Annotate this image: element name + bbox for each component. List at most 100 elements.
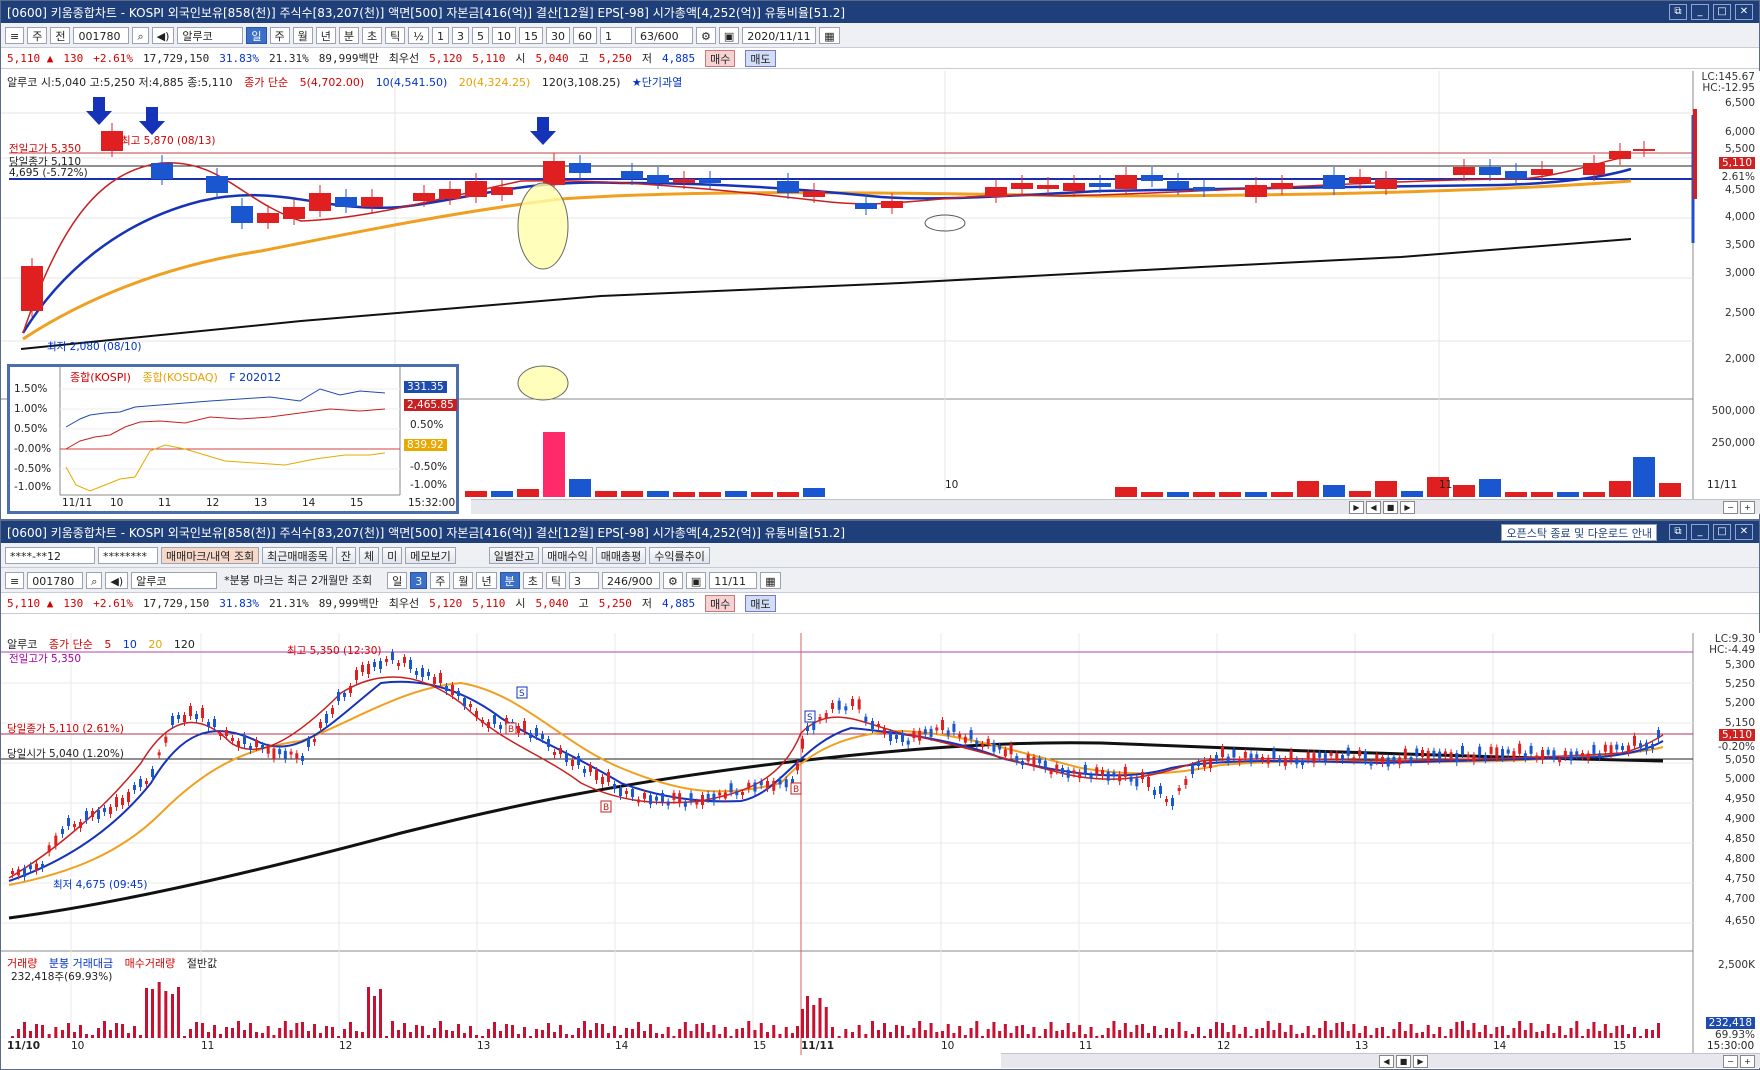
minute-60[interactable]: 60 bbox=[572, 26, 597, 44]
zoom-out-icon[interactable]: − bbox=[1723, 1054, 1738, 1068]
filled-button[interactable]: 체 bbox=[359, 546, 380, 564]
zoom-in-icon[interactable]: + bbox=[1740, 1054, 1755, 1068]
minute-10[interactable]: 10 bbox=[491, 26, 516, 44]
count-select[interactable]: 1 bbox=[599, 26, 632, 44]
calendar-icon[interactable]: ▦ bbox=[760, 571, 781, 589]
period-year[interactable]: 년 bbox=[476, 571, 497, 589]
prev-select[interactable]: 전 bbox=[50, 26, 71, 44]
zoom-out-icon[interactable]: − bbox=[1723, 500, 1738, 514]
stop-icon[interactable]: ■ bbox=[1396, 1054, 1411, 1068]
minimize-icon[interactable]: _ bbox=[1691, 4, 1709, 20]
minute-15[interactable]: 15 bbox=[518, 26, 543, 44]
trade-summary-button[interactable]: 매매총평 bbox=[595, 546, 647, 564]
stock-name[interactable]: 알루코 bbox=[177, 26, 244, 44]
sound-icon[interactable]: ◀) bbox=[151, 26, 175, 44]
code-input[interactable]: 001780 bbox=[73, 26, 130, 44]
volume-bar bbox=[1159, 1035, 1162, 1038]
account-select[interactable]: ****-**12 bbox=[5, 546, 95, 564]
buy-button[interactable]: 매수 bbox=[705, 49, 736, 67]
maximize-icon[interactable]: □ bbox=[1713, 4, 1731, 20]
settings-icon[interactable]: ⚙ bbox=[695, 26, 716, 44]
prev-page-icon[interactable]: ◀ bbox=[1366, 500, 1381, 514]
period-week[interactable]: 주 bbox=[430, 571, 451, 589]
minute-3[interactable]: 3 bbox=[451, 26, 469, 44]
period-n-select[interactable]: 3 bbox=[410, 571, 428, 589]
code-input[interactable]: 001780 bbox=[27, 571, 84, 589]
minute-half[interactable]: ½ bbox=[408, 26, 429, 44]
period-second[interactable]: 초 bbox=[522, 571, 543, 589]
period-tick[interactable]: 틱 bbox=[545, 571, 566, 589]
date-input[interactable]: 11/11 bbox=[709, 571, 758, 589]
stop-icon[interactable]: ■ bbox=[1383, 500, 1398, 514]
range-input[interactable]: 63/600 bbox=[634, 26, 693, 44]
search-icon[interactable]: ⌕ bbox=[86, 571, 103, 589]
candle-body bbox=[1421, 750, 1424, 757]
period-day[interactable]: 일 bbox=[246, 26, 267, 44]
minute-30[interactable]: 30 bbox=[545, 26, 570, 44]
sell-button[interactable]: 매도 bbox=[745, 49, 776, 67]
settings-icon[interactable]: ⚙ bbox=[662, 571, 683, 589]
sound-icon[interactable]: ◀) bbox=[105, 571, 129, 589]
count-select[interactable]: 3 bbox=[568, 571, 599, 589]
save-icon[interactable]: ▣ bbox=[718, 26, 740, 44]
menu-icon[interactable]: ≡ bbox=[5, 571, 25, 589]
period-year[interactable]: 년 bbox=[315, 26, 336, 44]
candle-body bbox=[283, 750, 287, 759]
calendar-icon[interactable]: ▦ bbox=[819, 26, 840, 44]
period-minute[interactable]: 분 bbox=[499, 571, 520, 589]
trade-mark-button[interactable]: 매매마크/내역 조회 bbox=[161, 546, 260, 564]
restore-icon[interactable]: ⧉ bbox=[1669, 524, 1687, 540]
menu-icon[interactable]: ≡ bbox=[5, 26, 25, 44]
bottom-price-chart[interactable]: S S B B B 알루코 종가 단순 5 10 20 120 전일고가 5,3… bbox=[1, 633, 1760, 1055]
password-input[interactable]: ******** bbox=[98, 546, 158, 564]
volume-bar bbox=[97, 1028, 100, 1038]
volume-bar bbox=[85, 1034, 88, 1038]
candle-body bbox=[1518, 743, 1522, 754]
date-input[interactable]: 2020/11/11 bbox=[742, 26, 817, 44]
candle-body bbox=[1552, 750, 1556, 759]
period-month[interactable]: 월 bbox=[292, 26, 313, 44]
next-page-icon[interactable]: ▶ bbox=[1400, 500, 1415, 514]
close-icon[interactable]: ✕ bbox=[1735, 524, 1753, 540]
period-day[interactable]: 일 bbox=[387, 571, 408, 589]
top-scrollbar[interactable]: ▶ ◀ ■ ▶ − + bbox=[471, 499, 1760, 514]
balance-button[interactable]: 잔 bbox=[335, 546, 357, 564]
prev-page-icon[interactable]: ◀ bbox=[1379, 1054, 1394, 1068]
sell-button[interactable]: 매도 bbox=[745, 594, 776, 612]
minute-1[interactable]: 1 bbox=[431, 26, 449, 44]
range-input[interactable]: 246/900 bbox=[601, 571, 660, 589]
period-month[interactable]: 월 bbox=[453, 571, 474, 589]
candle-body bbox=[73, 824, 76, 827]
save-icon[interactable]: ▣ bbox=[685, 571, 707, 589]
next-page-icon[interactable]: ▶ bbox=[1413, 1054, 1428, 1068]
minimize-icon[interactable]: _ bbox=[1691, 524, 1709, 540]
stock-name[interactable]: 알루코 bbox=[131, 571, 218, 589]
candle-body bbox=[1363, 751, 1367, 761]
restore-icon[interactable]: ⧉ bbox=[1669, 4, 1687, 20]
candle-body bbox=[491, 187, 513, 195]
top-window-title: [0600] 키움종합차트 - KOSPI 외국인보유[858(천)] 주식수[… bbox=[7, 5, 846, 20]
return-trend-button[interactable]: 수익률추이 bbox=[649, 546, 710, 564]
ma-title: 종가 단순 bbox=[48, 638, 93, 651]
daily-balance-button[interactable]: 일별잔고 bbox=[488, 546, 540, 564]
notice-button[interactable]: 오픈스탁 종료 및 다운로드 안내 bbox=[1501, 523, 1657, 541]
zoom-in-icon[interactable]: + bbox=[1740, 500, 1755, 514]
search-icon[interactable]: ⌕ bbox=[132, 26, 149, 44]
trade-profit-button[interactable]: 매매수익 bbox=[542, 546, 593, 564]
index-inset-chart[interactable]: 종합(KOSPI) 종합(KOSDAQ) F 202012 1.50% 1.00… bbox=[7, 364, 459, 514]
market-select[interactable]: 주 bbox=[27, 26, 48, 44]
bottom-scrollbar[interactable]: ◀ ■ ▶ − + bbox=[1001, 1053, 1760, 1068]
buy-button[interactable]: 매수 bbox=[705, 594, 736, 612]
period-second[interactable]: 초 bbox=[362, 26, 383, 44]
unfilled-button[interactable]: 미 bbox=[382, 546, 403, 564]
scroll-left-icon[interactable]: ▶ bbox=[1349, 500, 1364, 514]
recent-trades-button[interactable]: 최근매매종목 bbox=[262, 546, 333, 564]
close-icon[interactable]: ✕ bbox=[1735, 4, 1753, 20]
volume-bar bbox=[1466, 1030, 1470, 1038]
period-week[interactable]: 주 bbox=[269, 26, 290, 44]
minute-5[interactable]: 5 bbox=[471, 26, 489, 44]
period-minute[interactable]: 분 bbox=[338, 26, 360, 44]
memo-button[interactable]: 메모보기 bbox=[405, 546, 456, 564]
maximize-icon[interactable]: □ bbox=[1713, 524, 1731, 540]
period-tick[interactable]: 틱 bbox=[385, 26, 406, 44]
